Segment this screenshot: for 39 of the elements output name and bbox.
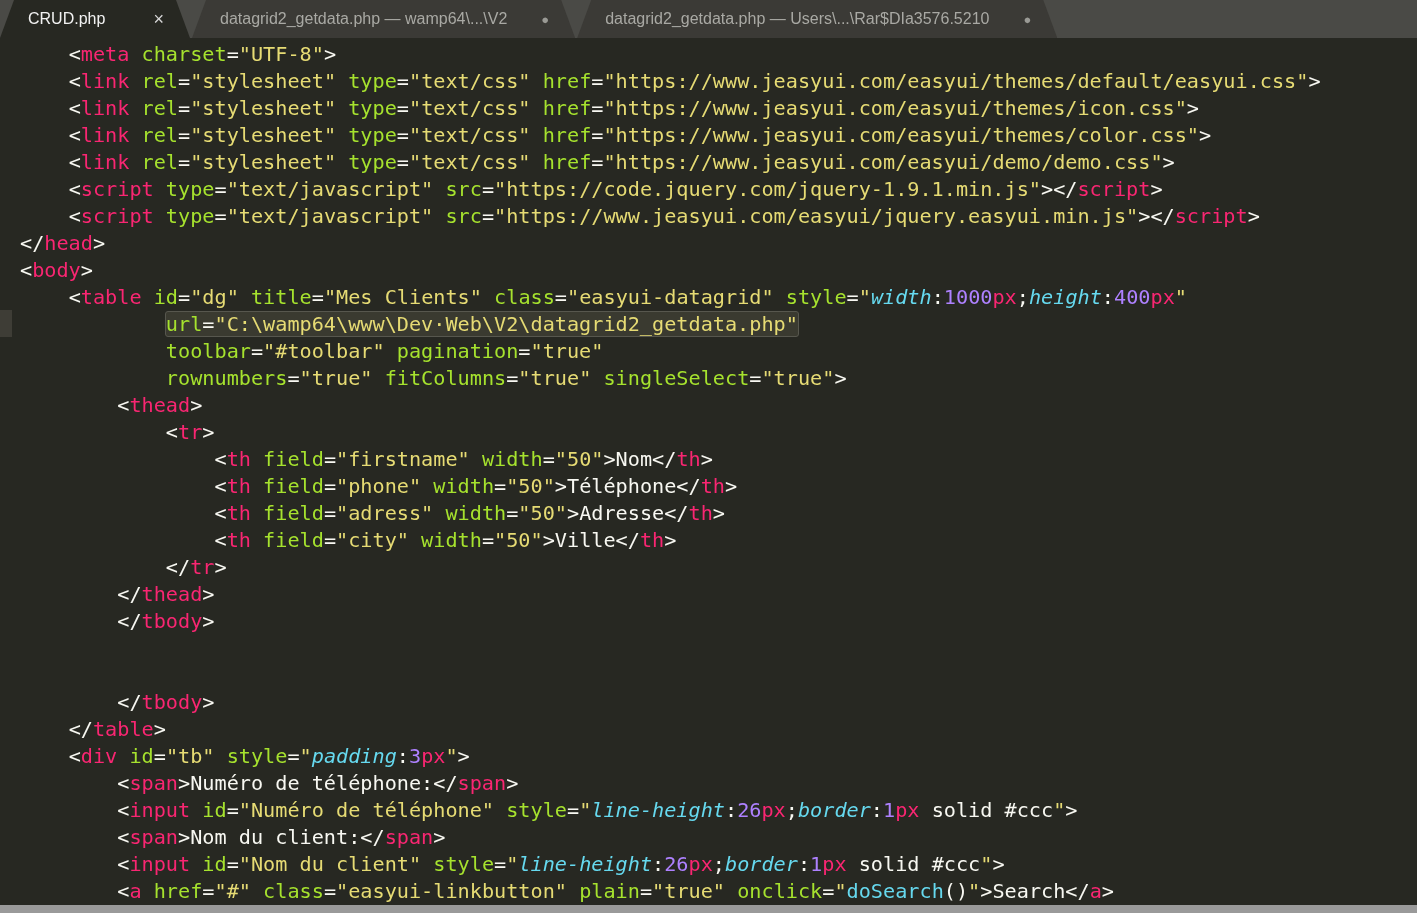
- code-line: </head>: [19, 229, 107, 256]
- editor-tab[interactable]: datagrid2_getdata.php — wamp64\...\V2 ●: [192, 0, 576, 38]
- code-line: <div id="tb" style="padding:3px">: [67, 742, 471, 769]
- code-line: </table>: [67, 715, 167, 742]
- code-line: <script type="text/javascript" src="https://www.jeasyui.com/easyui/jquery.easyui.min.js"></script>: [67, 202, 1261, 229]
- code-line: <input id="Nom du client" style="line-height:26px;border:1px solid #ccc">: [116, 850, 1006, 877]
- code-line: <link rel="stylesheet" type="text/css" href="https://www.jeasyui.com/easyui/themes/color.css">: [67, 121, 1213, 148]
- code-line: <thead>: [116, 391, 204, 418]
- code-line: <span>Numéro de téléphone:</span>: [116, 769, 520, 796]
- unsaved-dot-icon: ●: [541, 11, 550, 27]
- code-line: <span>Nom du client:</span>: [116, 823, 447, 850]
- code-line: <table id="dg" title="Mes Clients" class="easyui-datagrid" style="width:1000px;height:400px": [67, 283, 1188, 310]
- code-line: <th field="city" width="50">Ville</th>: [213, 526, 678, 553]
- code-line: </thead>: [116, 580, 216, 607]
- code-line: </tr>: [164, 553, 228, 580]
- tab-label: datagrid2_getdata.php — Users\...\Rar$DIa3576.5210: [605, 10, 990, 28]
- code-line: <th field="adress" width="50">Adresse</th>: [213, 499, 726, 526]
- code-line: <tr>: [164, 418, 216, 445]
- tab-label: datagrid2_getdata.php — wamp64\...\V2: [220, 10, 508, 28]
- code-line: <link rel="stylesheet" type="text/css" href="https://www.jeasyui.com/easyui/themes/icon.css">: [67, 94, 1200, 121]
- code-line: <th field="firstname" width="50">Nom</th>: [213, 445, 714, 472]
- editor-tab[interactable]: CRUD.php ×: [0, 0, 190, 38]
- code-line: <meta charset="UTF-8">: [67, 40, 338, 67]
- close-icon[interactable]: ×: [153, 8, 164, 30]
- code-line: </tbody>: [116, 688, 216, 715]
- unsaved-dot-icon: ●: [1023, 11, 1032, 27]
- code-line: <script type="text/javascript" src="https://code.jquery.com/jquery-1.9.1.min.js"></script>: [67, 175, 1164, 202]
- code-line: <body>: [19, 256, 94, 283]
- editor-tab[interactable]: datagrid2_getdata.php — Users\...\Rar$DIa3576.5210 ●: [577, 0, 1058, 38]
- code-line: <link rel="stylesheet" type="text/css" href="https://www.jeasyui.com/easyui/demo/demo.css">: [67, 148, 1176, 175]
- code-line: <input id="Numéro de téléphone" style="line-height:26px;border:1px solid #ccc">: [116, 796, 1079, 823]
- code-line: <a href="#" class="easyui-linkbutton" plain="true" onclick="doSearch()">Search</a>: [116, 877, 1115, 904]
- tab-label: CRUD.php: [28, 10, 106, 28]
- code-line: rownumbers="true" fitColumns="true" singleSelect="true">: [164, 364, 848, 391]
- code-line: url="C:\wamp64\www\Dev·Web\V2\datagrid2_getdata.php": [0, 310, 1417, 337]
- code-line: <link rel="stylesheet" type="text/css" href="https://www.jeasyui.com/easyui/themes/default/easyui.css">: [67, 67, 1322, 94]
- code-line: </tbody>: [116, 607, 216, 634]
- code-line: <th field="phone" width="50">Téléphone</th>: [213, 472, 739, 499]
- code-line: toolbar="#toolbar" pagination="true": [164, 337, 605, 364]
